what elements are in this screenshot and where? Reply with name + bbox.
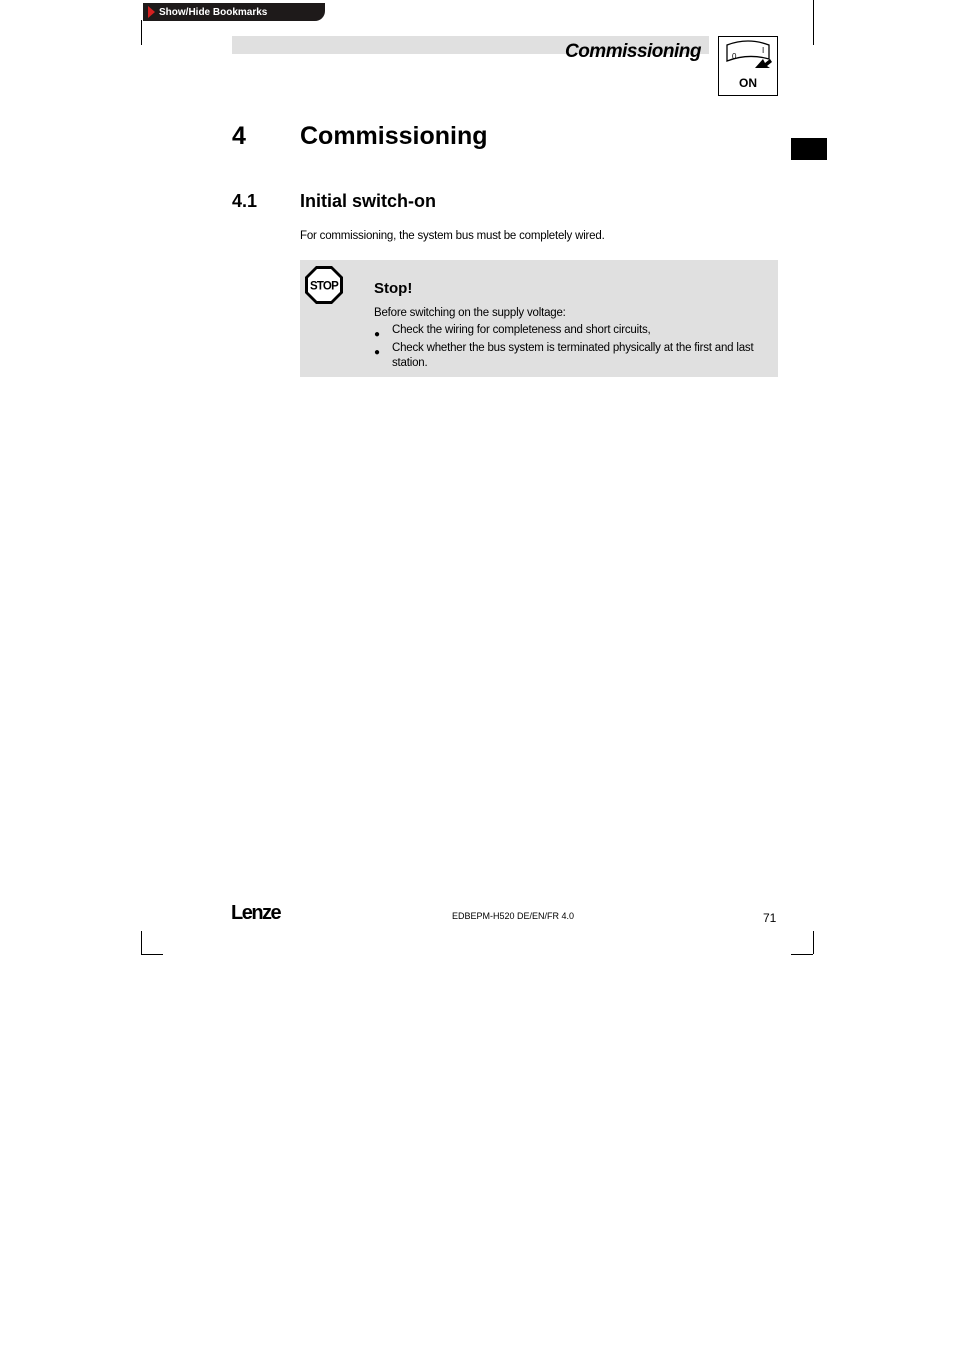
crop-mark-top-right: [813, 0, 814, 45]
crop-mark-top-left: [141, 20, 142, 45]
crop-mark-bottom-right-v: [813, 931, 814, 954]
triangle-right-icon: [148, 6, 155, 18]
chapter-number: 4: [232, 122, 246, 150]
stop-note-lead: Before switching on the supply voltage:: [374, 307, 566, 319]
svg-text:I: I: [762, 46, 764, 55]
svg-text:0: 0: [732, 52, 737, 61]
list-item: Check whether the bus system is terminat…: [392, 342, 754, 369]
on-label: ON: [739, 76, 757, 90]
section-number: 4.1: [232, 191, 258, 211]
bullet-icon: ●: [374, 329, 381, 340]
stop-note-title: Stop!: [374, 280, 413, 297]
crop-mark-bottom-right-h: [791, 954, 813, 955]
chapter-title: Commissioning: [300, 122, 488, 150]
crop-mark-bottom-left-v: [141, 931, 142, 954]
document-code: EDBEPM-H520 DE/EN/FR 4.0: [452, 911, 575, 921]
section-title: Initial switch-on: [300, 191, 437, 211]
bullet-icon: ●: [374, 347, 381, 358]
chapter-thumb-tab: [791, 138, 827, 160]
lenze-logo: Lenze: [231, 902, 282, 924]
crop-mark-bottom-left-h: [141, 954, 163, 955]
bookmarks-label: Show/Hide Bookmarks: [159, 6, 268, 18]
list-item: Check the wiring for completeness and sh…: [392, 324, 651, 336]
show-hide-bookmarks-button[interactable]: Show/Hide Bookmarks: [143, 3, 325, 21]
stop-sign-icon: STOP: [304, 265, 344, 305]
svg-text:STOP: STOP: [310, 281, 339, 293]
page-number: 71: [763, 911, 777, 925]
running-header-title: Commissioning: [564, 41, 702, 62]
intro-paragraph: For commissioning, the system bus must b…: [300, 230, 605, 242]
